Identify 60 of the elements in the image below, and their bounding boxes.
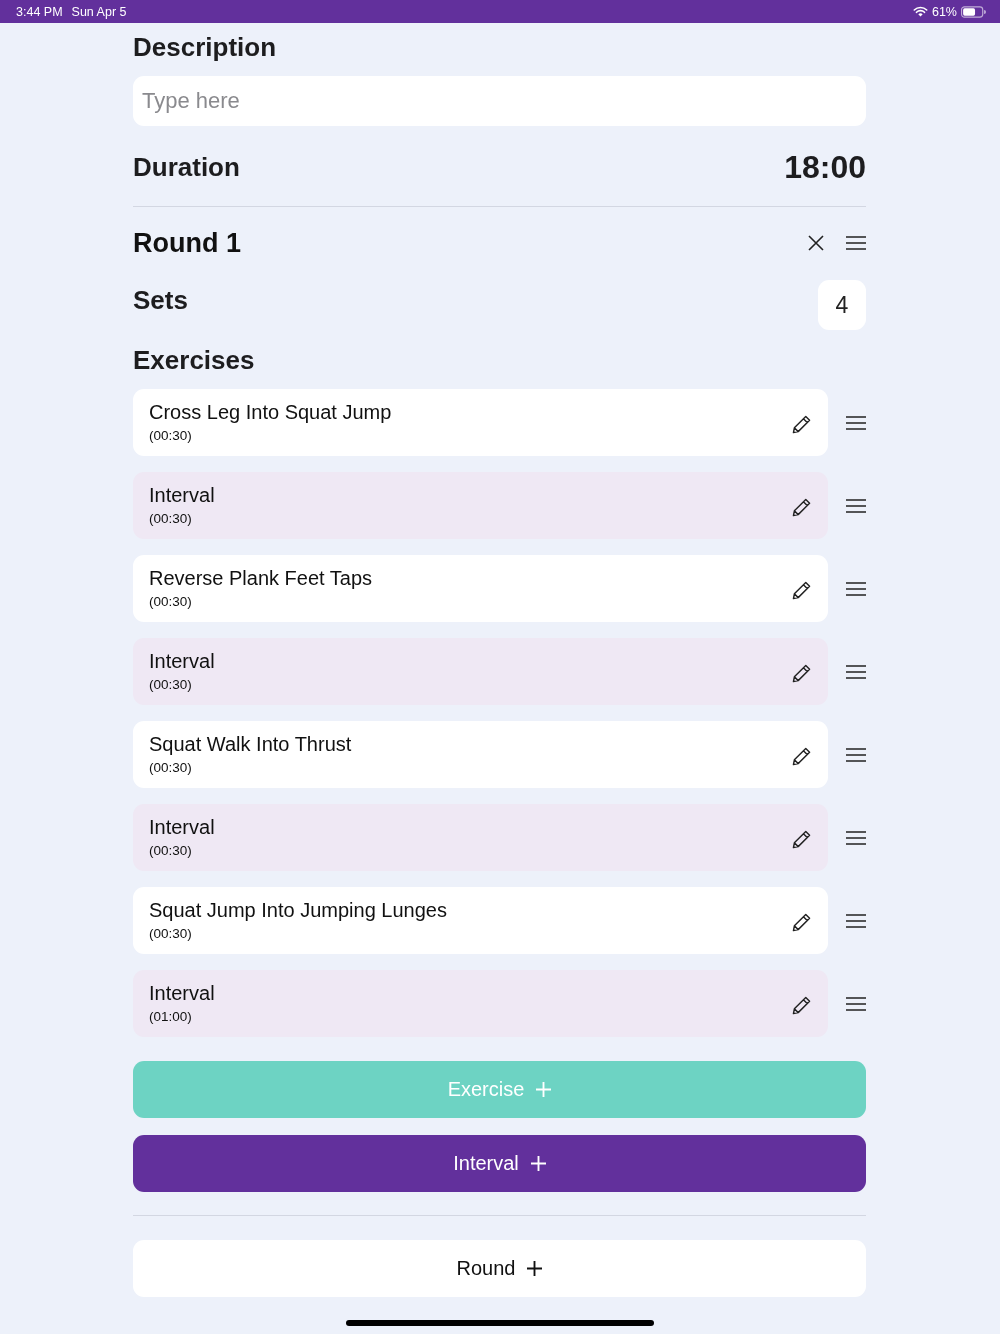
round-title: Round 1 [133, 227, 241, 259]
interval-card[interactable]: Interval (00:30) [133, 638, 828, 705]
exercise-name: Reverse Plank Feet Taps [149, 566, 373, 590]
sets-field[interactable]: 4 [818, 280, 866, 330]
exercise-name: Interval [149, 815, 215, 839]
drag-handle-icon[interactable] [846, 913, 866, 928]
status-time: 3:44 PM [16, 4, 63, 19]
exercise-name: Interval [149, 981, 215, 1005]
exercise-name: Interval [149, 649, 215, 673]
drag-handle-icon[interactable] [846, 664, 866, 679]
exercise-name: Squat Jump Into Jumping Lunges [149, 898, 447, 922]
exercise-card[interactable]: Squat Jump Into Jumping Lunges (00:30) [133, 887, 828, 954]
battery-icon [961, 5, 986, 18]
plus-icon [527, 1261, 543, 1276]
exercise-duration: (00:30) [149, 510, 193, 528]
drag-handle-icon[interactable] [846, 747, 866, 762]
duration-value: 18:00 [784, 148, 866, 186]
edit-icon[interactable] [792, 747, 811, 766]
edit-icon[interactable] [792, 415, 811, 434]
exercise-name: Cross Leg Into Squat Jump [149, 400, 392, 424]
interval-card[interactable]: Interval (00:30) [133, 472, 828, 539]
edit-icon[interactable] [792, 913, 811, 932]
edit-icon[interactable] [792, 581, 811, 600]
exercise-name: Squat Walk Into Thrust [149, 732, 352, 756]
section-heading: Sets [133, 284, 188, 317]
drag-handle-icon[interactable] [846, 581, 866, 596]
exercise-name: Interval [149, 483, 215, 507]
exercise-duration: (00:30) [149, 925, 193, 943]
drag-handle-icon[interactable] [846, 236, 866, 250]
interval-card[interactable]: Interval (01:00) [133, 970, 828, 1037]
wifi-icon [912, 6, 928, 17]
edit-icon[interactable] [792, 830, 811, 849]
section-heading: Exercises [133, 344, 256, 377]
close-icon[interactable] [808, 235, 824, 251]
exercise-duration: (00:30) [149, 427, 193, 445]
battery-percent: 61% [931, 4, 957, 19]
plus-icon [530, 1156, 546, 1171]
status-date: Sun Apr 5 [71, 4, 127, 19]
edit-icon[interactable] [792, 996, 811, 1015]
drag-handle-icon[interactable] [846, 830, 866, 845]
edit-icon[interactable] [792, 664, 811, 683]
section-heading: Duration [133, 151, 240, 184]
exercise-duration: (01:00) [149, 1008, 193, 1026]
drag-handle-icon[interactable] [846, 415, 866, 430]
exercise-duration: (00:30) [149, 759, 193, 777]
exercise-card[interactable]: Reverse Plank Feet Taps (00:30) [133, 555, 828, 622]
exercise-duration: (00:30) [149, 842, 193, 860]
section-heading: Description [133, 31, 278, 64]
drag-handle-icon[interactable] [846, 996, 866, 1011]
plus-icon [536, 1082, 552, 1097]
exercise-card[interactable]: Squat Walk Into Thrust (00:30) [133, 721, 828, 788]
add-interval-button[interactable]: Interval [133, 1135, 866, 1192]
interval-card[interactable]: Interval (00:30) [133, 804, 828, 871]
drag-handle-icon[interactable] [846, 498, 866, 513]
edit-icon[interactable] [792, 498, 811, 517]
exercise-card[interactable]: Cross Leg Into Squat Jump (00:30) [133, 389, 828, 456]
exercise-duration: (00:30) [149, 676, 193, 694]
add-round-button[interactable]: Round [133, 1240, 866, 1297]
description-field[interactable]: Type here [133, 76, 866, 126]
exercise-duration: (00:30) [149, 593, 193, 611]
